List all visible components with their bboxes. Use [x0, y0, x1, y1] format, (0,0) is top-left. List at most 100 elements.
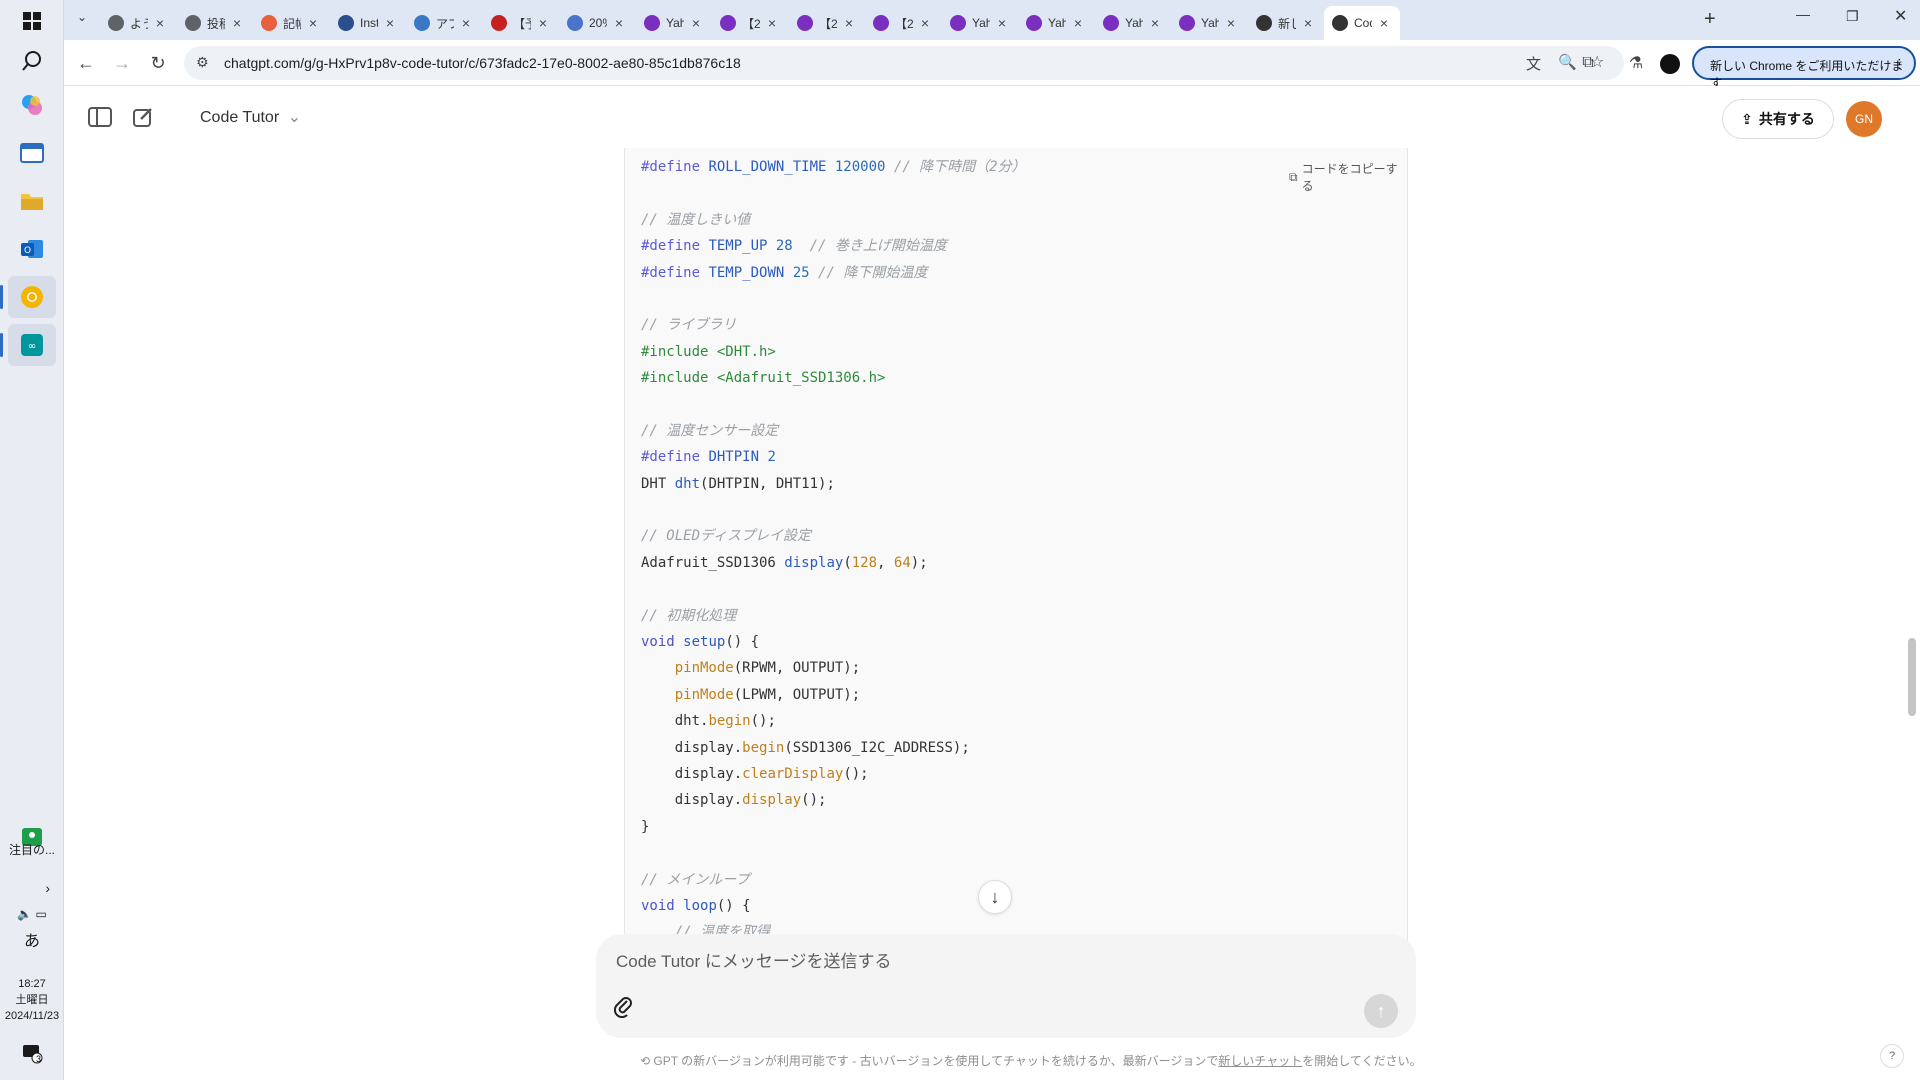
tab-title: ようこ — [130, 16, 148, 31]
clock-date: 2024/11/23 — [4, 1010, 60, 1022]
browser-tab[interactable]: Yaho × — [1018, 6, 1094, 40]
tab-close-icon[interactable]: × — [764, 15, 780, 31]
message-input[interactable] — [616, 950, 1316, 974]
browser-tab[interactable]: Yaho × — [1171, 6, 1247, 40]
browser-tab[interactable]: ようこ × — [100, 6, 176, 40]
chevron-right-icon[interactable]: › — [14, 880, 50, 896]
labs-flask-icon[interactable]: ⚗ — [1622, 49, 1650, 77]
tab-title: 投稿 — [207, 16, 225, 31]
code-token: (); — [801, 792, 827, 809]
share-button[interactable]: ⇪ 共有する — [1722, 99, 1834, 139]
browser-tab[interactable]: Yaho × — [942, 6, 1018, 40]
tab-close-icon[interactable]: × — [229, 15, 245, 31]
tab-close-icon[interactable]: × — [535, 15, 551, 31]
browser-tab[interactable]: Yaho × — [636, 6, 712, 40]
arduino-app[interactable]: ∞ — [0, 324, 56, 366]
chrome-toolbar: ← → ↻ ⚙ chatgpt.com/g/g-HxPrv1p8v-code-t… — [64, 40, 1920, 90]
tab-close-icon[interactable]: × — [152, 15, 168, 31]
tab-close-icon[interactable]: × — [841, 15, 857, 31]
tab-favicon-icon — [720, 15, 736, 31]
tab-favicon-icon — [1179, 15, 1195, 31]
browser-tab[interactable]: 【20 × — [865, 6, 941, 40]
browser-tab[interactable]: 20% × — [559, 6, 635, 40]
arrow-up-icon: ↑ — [1376, 1000, 1386, 1021]
browser-tab[interactable]: 投稿 × — [177, 6, 253, 40]
chrome-icon — [21, 286, 43, 308]
search-button[interactable] — [8, 40, 56, 82]
browser-window-app[interactable] — [8, 132, 56, 174]
browser-tab[interactable]: Insta × — [330, 6, 406, 40]
code-token: clearDisplay — [742, 765, 844, 782]
code-token: pinMode — [674, 686, 734, 703]
user-avatar[interactable]: GN — [1846, 101, 1882, 137]
tab-close-icon[interactable]: × — [688, 15, 704, 31]
send-button[interactable]: ↑ — [1364, 994, 1398, 1028]
code-token: () { — [725, 634, 760, 651]
minimize-icon[interactable]: — — [1796, 6, 1810, 22]
new-tab-plus-icon[interactable]: + — [1704, 8, 1716, 31]
tab-close-icon[interactable]: × — [917, 15, 933, 31]
tab-close-icon[interactable]: × — [1223, 15, 1239, 31]
browser-tab[interactable]: 【20 × — [712, 6, 788, 40]
browser-tab[interactable]: 【予】 × — [483, 6, 559, 40]
start-button[interactable] — [8, 0, 56, 42]
tab-favicon-icon — [185, 15, 201, 31]
model-selector[interactable]: Code Tutor ⌄ — [200, 107, 301, 127]
site-info-icon[interactable]: ⚙ — [196, 54, 209, 71]
translate-icon[interactable]: 文 — [1526, 53, 1541, 74]
ime-indicator[interactable]: あ — [0, 934, 64, 950]
new-chat-link[interactable]: 新しいチャット — [1218, 1054, 1302, 1068]
back-arrow-icon[interactable]: ← — [72, 49, 100, 77]
tab-close-icon[interactable]: × — [305, 15, 321, 31]
browser-tab[interactable]: 記帳 × — [253, 6, 329, 40]
code-token: #define — [641, 238, 709, 255]
forward-arrow-icon[interactable]: → — [108, 49, 136, 77]
help-button[interactable]: ? — [1880, 1044, 1904, 1068]
attach-paperclip-icon[interactable] — [613, 996, 638, 1020]
browser-tab[interactable]: アプリ × — [406, 6, 482, 40]
page-scrollbar[interactable] — [1908, 638, 1916, 716]
close-window-icon[interactable]: ✕ — [1894, 6, 1907, 26]
url-text[interactable]: chatgpt.com/g/g-HxPrv1p8v-code-tutor/c/6… — [224, 55, 741, 71]
tab-close-icon[interactable]: × — [994, 15, 1010, 31]
code-token: (DHTPIN, DHT11); — [700, 475, 835, 492]
system-tray-icons[interactable]: 🔈 ▭ — [0, 906, 64, 922]
chevron-down-icon: ⌄ — [287, 109, 302, 126]
tab-close-icon[interactable]: × — [1300, 15, 1316, 31]
more-vertical-icon[interactable]: ⋮ — [1893, 56, 1906, 72]
code-line: display.display(); — [641, 787, 1026, 813]
browser-tab[interactable]: 新しい × — [1248, 6, 1324, 40]
outlook-app[interactable]: O — [8, 228, 56, 270]
version-notice: ⟲ GPT の新バージョンが利用可能です - 古いバージョンを使用してチャットを… — [640, 1052, 1422, 1069]
tab-search-chevron-icon[interactable]: ⌄ — [72, 10, 92, 30]
browser-tab[interactable]: 【20 × — [789, 6, 865, 40]
code-token: void — [641, 897, 684, 914]
chrome-app[interactable] — [0, 276, 56, 318]
address-bar[interactable]: ⚙ chatgpt.com/g/g-HxPrv1p8v-code-tutor/c… — [184, 46, 1624, 80]
extensions-icon[interactable]: ⧉ — [1574, 49, 1602, 77]
restore-icon[interactable]: ❐ — [1846, 8, 1859, 25]
code-token: 2 — [767, 449, 776, 466]
copy-code-button[interactable]: ⧉ コードをコピーする — [1289, 160, 1407, 194]
sidebar-toggle-icon[interactable] — [88, 106, 112, 128]
browser-tab[interactable]: Code × — [1324, 6, 1400, 40]
profile-avatar[interactable] — [1660, 54, 1680, 74]
copilot-app[interactable] — [8, 84, 56, 126]
code-token: void — [641, 634, 684, 651]
browser-tab[interactable]: Yaho × — [1095, 6, 1171, 40]
notification-button[interactable]: 3 — [8, 1032, 56, 1074]
new-chat-edit-icon[interactable] — [132, 106, 156, 128]
tab-close-icon[interactable]: × — [458, 15, 474, 31]
tab-close-icon[interactable]: × — [1070, 15, 1086, 31]
tab-close-icon[interactable]: × — [1147, 15, 1163, 31]
scroll-to-bottom-button[interactable]: ↓ — [978, 880, 1012, 914]
chrome-update-promo-button[interactable]: 新しい Chrome をご利用いただけます ⋮ — [1692, 46, 1916, 90]
tab-close-icon[interactable]: × — [611, 15, 627, 31]
code-token: ); — [910, 554, 928, 571]
clock-time: 18:27 — [18, 978, 46, 990]
reload-icon[interactable]: ↻ — [144, 49, 172, 77]
file-explorer-app[interactable] — [8, 180, 56, 222]
copy-icon: ⧉ — [1289, 169, 1298, 184]
tab-close-icon[interactable]: × — [382, 15, 398, 31]
tab-close-icon[interactable]: × — [1376, 15, 1392, 31]
